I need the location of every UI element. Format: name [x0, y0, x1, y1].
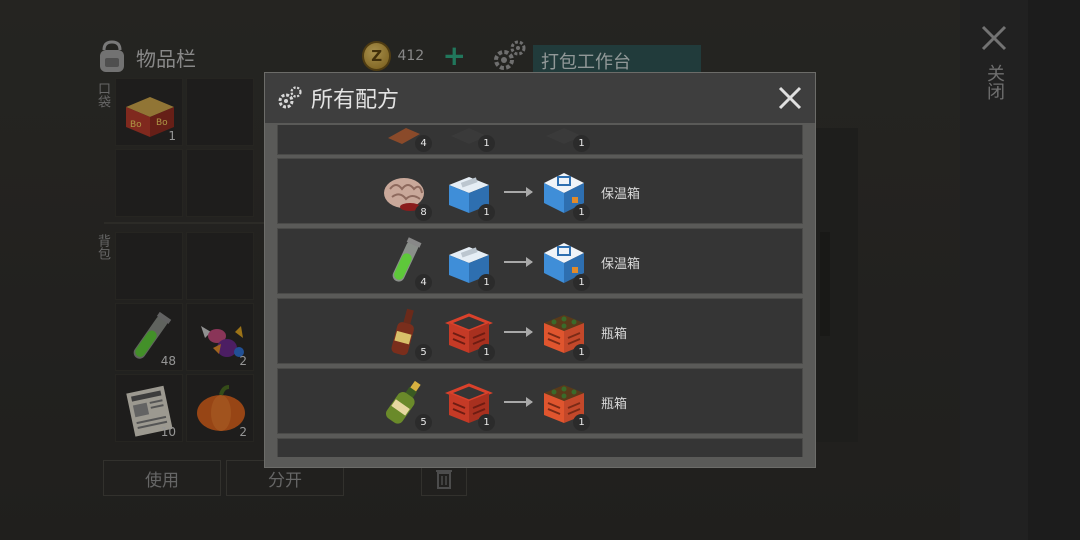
- result-count: 1: [573, 414, 590, 431]
- partial-item-icon: [380, 447, 430, 457]
- modal-header: 所有配方: [265, 73, 815, 123]
- close-icon[interactable]: [777, 85, 803, 111]
- container-item: 1: [443, 167, 495, 221]
- result-item: 1: [538, 377, 590, 431]
- modal-title: 所有配方: [311, 88, 400, 113]
- recipe-row[interactable]: 4 1 1: [277, 228, 803, 294]
- result-name: 保温箱: [601, 257, 641, 272]
- arrow-icon: [504, 187, 533, 197]
- result-item: 1: [538, 237, 590, 291]
- result-item: [538, 447, 588, 457]
- recipe-list[interactable]: 4 1 1 8 1 1 保温箱 4 1 1 保温箱 5 1 1 瓶箱 5 1 1…: [277, 125, 803, 457]
- result-count: 1: [573, 204, 590, 221]
- container-item: 1: [443, 237, 495, 291]
- container-count: 1: [478, 414, 495, 431]
- ingredient-item: 5: [380, 307, 432, 361]
- container-count: 1: [478, 274, 495, 291]
- ingredient-count: 5: [415, 344, 432, 361]
- ingredient-item: 4: [380, 237, 432, 291]
- partial-item-icon: [538, 447, 588, 457]
- ingredient-item: [380, 447, 430, 457]
- ingredient-count: 4: [415, 135, 432, 152]
- arrow-icon: [504, 327, 533, 337]
- arrow-icon: [504, 397, 533, 407]
- container-item: 1: [443, 377, 495, 431]
- ingredient-item: 4: [380, 125, 432, 152]
- recipe-row[interactable]: 5 1 1 瓶箱: [277, 368, 803, 434]
- recipe-row[interactable]: 5 1 1 瓶箱: [277, 298, 803, 364]
- container-count: 1: [478, 344, 495, 361]
- ingredient-item: 5: [380, 377, 432, 431]
- container-item: [443, 447, 493, 457]
- ingredient-count: 4: [415, 274, 432, 291]
- container-count: 1: [478, 135, 495, 152]
- ingredient-item: 8: [380, 167, 432, 221]
- result-item: 1: [538, 307, 590, 361]
- partial-item-icon: [443, 447, 493, 457]
- recipes-modal: 所有配方 4 1 1 8 1 1 保温箱 4 1 1 保温箱 5 1 1 瓶箱 …: [264, 72, 816, 468]
- container-count: 1: [478, 204, 495, 221]
- recipe-row[interactable]: [277, 438, 803, 457]
- container-item: 1: [443, 125, 495, 152]
- result-count: 1: [573, 274, 590, 291]
- result-item: 1: [538, 167, 590, 221]
- recipe-row[interactable]: 8 1 1 保温箱: [277, 158, 803, 224]
- result-count: 1: [573, 344, 590, 361]
- result-name: 瓶箱: [601, 397, 628, 412]
- result-name: 保温箱: [601, 187, 641, 202]
- gears-icon: [278, 86, 302, 109]
- arrow-icon: [504, 257, 533, 267]
- recipe-row[interactable]: 4 1 1: [277, 125, 803, 155]
- result-count: 1: [573, 135, 590, 152]
- result-name: 瓶箱: [601, 327, 628, 342]
- ingredient-count: 5: [415, 414, 432, 431]
- container-item: 1: [443, 307, 495, 361]
- ingredient-count: 8: [415, 204, 432, 221]
- result-item: 1: [538, 125, 590, 152]
